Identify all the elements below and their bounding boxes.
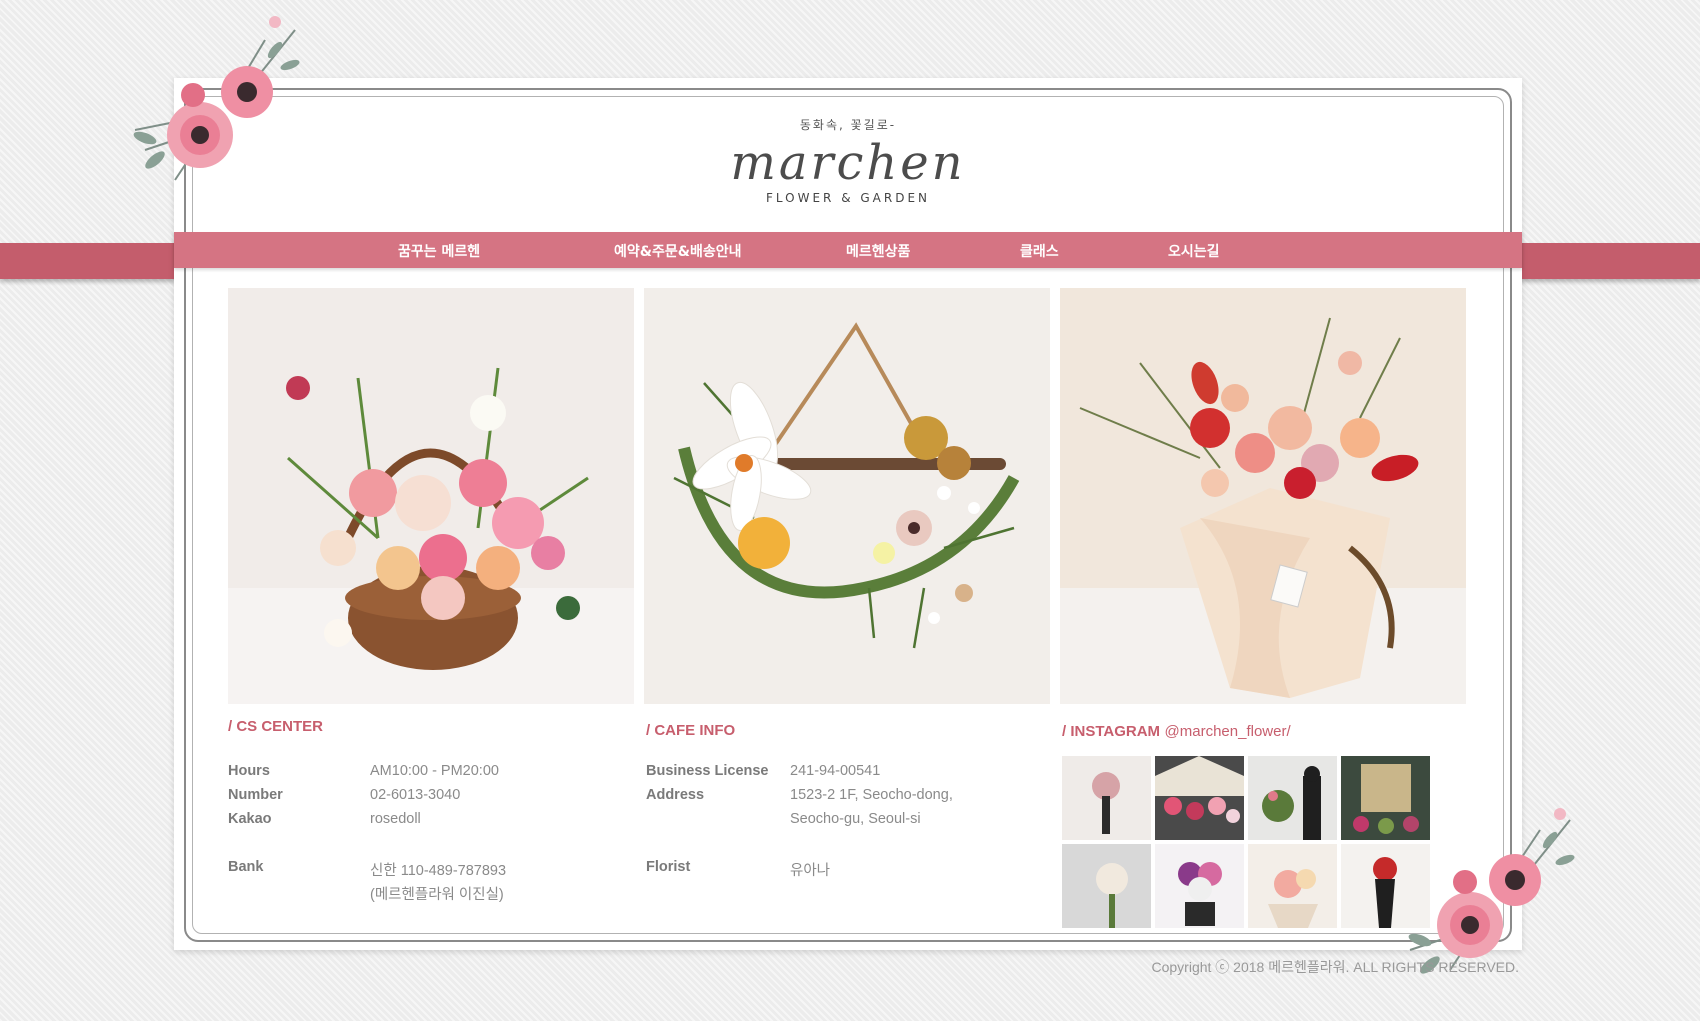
instagram-thumbnail[interactable] [1062, 756, 1151, 840]
info-label: Business License [646, 763, 769, 779]
instagram-section: / INSTAGRAM @marchen_flower/ [1062, 723, 1442, 741]
instagram-thumbnail[interactable] [1155, 756, 1244, 840]
info-label: Number [228, 787, 283, 803]
info-label: Hours [228, 763, 270, 779]
nav-item-order-delivery[interactable]: 예약&주문&배송안내 [614, 241, 741, 261]
info-label: Bank [228, 859, 264, 875]
nav-item-class[interactable]: 클래스 [1020, 241, 1059, 261]
logo-tagline: 동화속, 꽃길로- [799, 118, 897, 132]
info-value: 241-94-00541 [790, 763, 881, 779]
instagram-thumbnail[interactable] [1062, 844, 1151, 928]
nav-item-dreaming-marchen[interactable]: 꿈꾸는 메르헨 [398, 241, 480, 261]
info-value: 신한 110-489-787893 [370, 863, 507, 879]
info-value: 유아나 [790, 863, 831, 879]
info-value: Seocho-gu, Seoul-si [790, 811, 921, 827]
instagram-thumbnail[interactable] [1155, 844, 1244, 928]
instagram-thumbnail[interactable] [1248, 844, 1337, 928]
instagram-handle-link[interactable]: @marchen_flower/ [1165, 723, 1291, 740]
info-label: Florist [646, 859, 691, 875]
logo-brand: marchen [730, 135, 966, 191]
site-logo[interactable]: 동화속, 꽃길로- marchen FLOWER & GARDEN [174, 116, 1522, 205]
main-nav: 꿈꾸는 메르헨 예약&주문&배송안내 메르헨상품 클래스 오시는길 [174, 232, 1522, 268]
instagram-title: / INSTAGRAM [1062, 723, 1161, 740]
cafe-info-section: / CAFE INFO Business License 241-94-0054… [646, 722, 1026, 922]
cs-center-title: / CS CENTER [228, 718, 324, 735]
logo-subtitle: FLOWER & GARDEN [765, 191, 931, 205]
info-label: Kakao [228, 811, 272, 827]
nav-item-products[interactable]: 메르헨상품 [846, 241, 910, 261]
floral-corner-top-left [133, 16, 300, 181]
copyright-text: Copyright ⓒ 2018 메르헨플라워. ALL RIGHTS RESE… [1151, 959, 1519, 975]
main-card: 동화속, 꽃길로- marchen FLOWER & GARDEN 꿈꾸는 메르… [174, 78, 1522, 950]
info-label: Address [646, 787, 705, 803]
info-value: (메르헨플라워 이진실) [370, 887, 504, 903]
bouquet-photo[interactable] [1060, 288, 1466, 704]
info-value: 1523-2 1F, Seocho-dong, [790, 787, 953, 803]
info-value: 02-6013-3040 [370, 787, 461, 803]
info-value: AM10:00 - PM20:00 [370, 763, 499, 779]
cs-center-section: / CS CENTER Hours AM10:00 - PM20:00 Numb… [228, 718, 608, 918]
nav-item-directions[interactable]: 오시는길 [1168, 241, 1220, 261]
instagram-thumbnail[interactable] [1248, 756, 1337, 840]
flower-basket-photo[interactable] [228, 288, 634, 704]
wreath-photo[interactable] [644, 288, 1050, 704]
info-value: rosedoll [370, 811, 421, 827]
cafe-info-title: / CAFE INFO [646, 722, 736, 739]
